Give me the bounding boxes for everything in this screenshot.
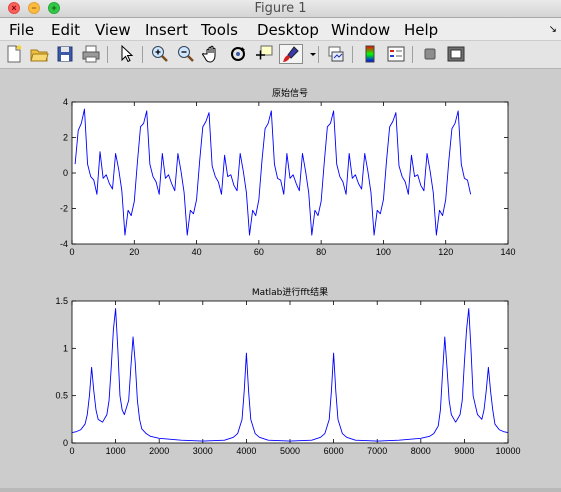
toolbar-separator xyxy=(142,46,143,63)
y-tick-label: 2 xyxy=(63,133,68,143)
show-plot-tools-icon[interactable] xyxy=(446,44,466,64)
y-tick-label: 0.5 xyxy=(55,391,68,401)
x-tick-label: 40 xyxy=(192,247,202,257)
menu-tools[interactable]: Tools xyxy=(201,21,238,39)
edit-plot-arrow-icon[interactable] xyxy=(116,44,136,64)
y-tick-label: 1 xyxy=(63,343,68,353)
menu-window[interactable]: Window xyxy=(331,21,390,39)
y-tick-label: 0 xyxy=(63,438,68,448)
x-tick-label: 60 xyxy=(254,247,264,257)
y-tick-label: -4 xyxy=(60,239,68,249)
zoom-in-icon[interactable] xyxy=(150,44,170,64)
link-plot-icon[interactable] xyxy=(326,44,346,64)
toolbar-separator xyxy=(352,46,353,63)
figure-window: × − + Figure 1 File Edit View Insert Too… xyxy=(0,0,561,492)
y-tick-label: 0 xyxy=(63,168,68,178)
rotate-3d-icon[interactable] xyxy=(228,44,248,64)
x-tick-label: 20 xyxy=(129,247,139,257)
toolbar-separator xyxy=(412,46,413,63)
x-tick-label: 0 xyxy=(69,247,74,257)
brush-dropdown-icon[interactable] xyxy=(303,44,316,64)
x-tick-label: 10000 xyxy=(495,446,520,456)
plot-area xyxy=(72,102,508,244)
x-tick-label: 2000 xyxy=(149,446,169,456)
save-icon[interactable] xyxy=(55,44,75,64)
menu-bar: File Edit View Insert Tools Desktop Wind… xyxy=(0,18,561,40)
x-tick-label: 100 xyxy=(376,247,391,257)
brush-icon[interactable] xyxy=(279,44,303,64)
x-tick-label: 120 xyxy=(438,247,453,257)
x-tick-label: 0 xyxy=(69,446,74,456)
menu-file[interactable]: File xyxy=(9,21,34,39)
x-tick-label: 1000 xyxy=(106,446,126,456)
y-tick-label: 1.5 xyxy=(55,296,68,306)
open-file-icon[interactable] xyxy=(29,44,49,64)
x-tick-label: 4000 xyxy=(236,446,256,456)
fft-axes[interactable]: 0 1000 2000 3000 4000 5000 6000 7000 8000 9000 100… xyxy=(40,295,530,460)
title-bar[interactable]: × − + Figure 1 xyxy=(0,0,561,18)
toolbar-separator xyxy=(107,46,108,63)
colorbar-icon[interactable] xyxy=(360,44,380,64)
menu-desktop[interactable]: Desktop xyxy=(257,21,319,39)
menu-help[interactable]: Help xyxy=(404,21,438,39)
menu-insert[interactable]: Insert xyxy=(145,21,188,39)
zoom-out-icon[interactable] xyxy=(176,44,196,64)
menu-view[interactable]: View xyxy=(95,21,131,39)
x-tick-label: 140 xyxy=(500,247,515,257)
hide-plot-tools-icon[interactable] xyxy=(420,44,440,64)
y-tick-label: 4 xyxy=(63,97,68,107)
x-tick-label: 3000 xyxy=(193,446,213,456)
x-tick-label: 7000 xyxy=(367,446,387,456)
print-icon[interactable] xyxy=(81,44,101,64)
figure-toolbar xyxy=(0,41,561,69)
legend-icon[interactable] xyxy=(386,44,406,64)
window-bottom-edge xyxy=(0,488,561,492)
y-tick-label: -2 xyxy=(60,204,68,214)
pan-hand-icon[interactable] xyxy=(202,44,222,64)
x-tick-label: 80 xyxy=(316,247,326,257)
x-tick-label: 5000 xyxy=(280,446,300,456)
new-figure-icon[interactable] xyxy=(4,44,24,64)
toolbar-separator xyxy=(318,46,319,63)
window-title: Figure 1 xyxy=(254,1,307,16)
signal-axes[interactable]: 0 20 40 60 80 100 120 140 -4 -2 0 2 4 xyxy=(40,96,530,261)
dock-figure-icon[interactable]: ↘ xyxy=(549,24,557,35)
menu-edit[interactable]: Edit xyxy=(51,21,80,39)
x-tick-label: 9000 xyxy=(454,446,474,456)
x-tick-label: 6000 xyxy=(324,446,344,456)
x-tick-label: 8000 xyxy=(411,446,431,456)
data-cursor-icon[interactable] xyxy=(254,44,274,64)
